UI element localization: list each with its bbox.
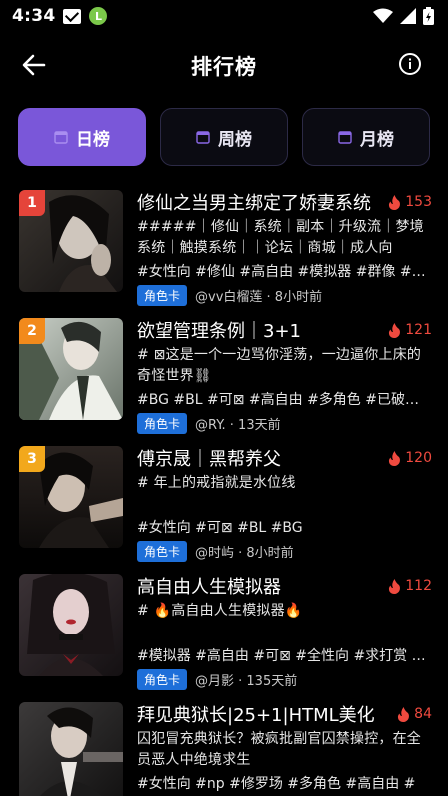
item-title: 拜见典狱长|25+1|HTML美化 [137,705,375,726]
item-description: # ⊠这是一个一边骂你淫荡，一边逼你上床的奇怪世界⛓ [137,347,422,384]
fire-icon [389,578,401,594]
meta-row: 角色卡 @vv白榴莲 · 8小时前 [137,284,432,306]
heat-count: 84 [397,706,432,722]
calendar-icon [54,131,68,144]
item-info: 修仙之当男主绑定了娇妻系统 153 #####｜修仙｜系统｜副本｜升级流｜梦境系… [137,188,432,306]
item-info: 傅京晟｜黑帮养父 120 # 年上的戒指就是水位线 #女性向 #可⊠ #BL #… [137,444,432,562]
heat-count: 120 [388,450,432,466]
item-tags: #模拟器 #高自由 #可⊠ #全性向 #求打赏 #已 [137,648,432,664]
author-time: @vv白榴莲 · 8小时前 [195,289,323,305]
item-tags: #女性向 #np #修罗场 #多角色 #高自由 # [137,776,416,792]
wifi-icon [373,8,393,23]
item-info: 欲望管理条例｜3+1 121 # ⊠这是一个一边骂你淫荡，一边逼你上床的奇怪世界… [137,316,432,434]
item-description: # 🔥高自由人生模拟器🔥 [137,603,303,619]
item-title: 欲望管理条例｜3+1 [137,321,301,342]
ranking-list: 1 修仙之当男主绑定了娇妻系统 153 #####｜修仙｜系统｜副本｜升级流｜梦… [0,188,448,796]
item-info: 拜见典狱长|25+1|HTML美化 84 囚犯冒充典狱长？被疯批副官囚禁操控，在… [137,700,432,794]
list-item[interactable]: 2 欲望管理条例｜3+1 121 # ⊠这是一个一边骂你淫荡，一边逼你上床的奇怪… [0,316,448,444]
list-item[interactable]: 1 修仙之当男主绑定了娇妻系统 153 #####｜修仙｜系统｜副本｜升级流｜梦… [0,188,448,316]
app-notification-icon: L [89,7,108,25]
list-item[interactable]: 拜见典狱长|25+1|HTML美化 84 囚犯冒充典狱长？被疯批副官囚禁操控，在… [0,700,448,796]
battery-icon [423,7,434,25]
item-tags: #女性向 #修仙 #高自由 #模拟器 #群像 #剧情 [137,264,432,280]
fire-icon [389,450,401,466]
heat-value: 121 [405,322,432,338]
status-bar: 4:34 L [0,0,448,32]
title-row: 傅京晟｜黑帮养父 120 [137,444,432,472]
cell-signal-icon [400,8,416,24]
list-item[interactable]: 高自由人生模拟器 112 # 🔥高自由人生模拟器🔥 #模拟器 #高自由 #可⊠ … [0,572,448,700]
tab-daily[interactable]: 日榜 [18,108,146,166]
status-time: 4:34 [12,6,56,26]
info-icon[interactable] [398,52,422,76]
status-left: 4:34 L [12,6,108,26]
type-badge: 角色卡 [137,284,188,306]
item-tags: #女性向 #可⊠ #BL #BG [137,520,303,536]
fire-icon [398,706,410,722]
tab-monthly[interactable]: 月榜 [302,108,430,166]
item-info: 高自由人生模拟器 112 # 🔥高自由人生模拟器🔥 #模拟器 #高自由 #可⊠ … [137,572,432,690]
item-title: 傅京晟｜黑帮养父 [137,449,281,470]
item-description: 囚犯冒充典狱长？被疯批副官囚禁操控，在全员恶人中绝境求生 [137,731,421,768]
status-right [373,7,434,25]
meta-row: 角色卡 @RY. · 13天前 [137,412,432,434]
heat-value: 120 [405,450,432,466]
tab-weekly-label: 周榜 [218,129,252,150]
item-title: 高自由人生模拟器 [137,577,281,598]
tab-daily-label: 日榜 [76,129,110,150]
header: 排行榜 [0,40,448,90]
author-time: @时屿 · 8小时前 [195,545,294,561]
heat-count: 112 [388,578,432,594]
type-badge: 角色卡 [137,412,188,434]
heat-value: 84 [414,706,432,722]
meta-row: 角色卡 @月影 · 135天前 [137,668,432,690]
list-item[interactable]: 3 傅京晟｜黑帮养父 120 # 年上的戒指就是水位线 #女性向 #可⊠ #BL… [0,444,448,572]
item-title: 修仙之当男主绑定了娇妻系统 [137,193,371,214]
fire-icon [389,194,401,210]
meta-row: 角色卡 @时屿 · 8小时前 [137,540,432,562]
page-title: 排行榜 [191,55,257,79]
heat-value: 112 [405,578,432,594]
rank-badge: 3 [19,446,45,472]
heat-count: 153 [388,194,432,210]
title-row: 欲望管理条例｜3+1 121 [137,316,432,344]
rank-badge: 1 [19,190,45,216]
heat-value: 153 [405,194,432,210]
tab-weekly[interactable]: 周榜 [160,108,288,166]
cover-image [19,702,123,796]
cover-image [19,574,123,676]
type-badge: 角色卡 [137,668,188,690]
heat-count: 121 [388,322,432,338]
item-description: # 年上的戒指就是水位线 [137,475,296,491]
calendar-icon [338,131,352,144]
item-tags: #BG #BL #可⊠ #高自由 #多角色 #已破甲 # [137,392,432,408]
mail-notification-icon [63,8,82,24]
fire-icon [389,322,401,338]
title-row: 高自由人生模拟器 112 [137,572,432,600]
ranking-tabs: 日榜 周榜 月榜 [18,108,430,166]
rank-badge: 2 [19,318,45,344]
title-row: 拜见典狱长|25+1|HTML美化 84 [137,700,432,728]
calendar-icon [196,131,210,144]
tab-monthly-label: 月榜 [360,129,394,150]
type-badge: 角色卡 [137,540,188,562]
author-time: @RY. · 13天前 [195,417,281,433]
item-description: #####｜修仙｜系统｜副本｜升级流｜梦境系统｜触摸系统｜｜论坛｜商城｜成人向 [137,219,424,256]
author-time: @月影 · 135天前 [195,673,298,689]
title-row: 修仙之当男主绑定了娇妻系统 153 [137,188,432,216]
